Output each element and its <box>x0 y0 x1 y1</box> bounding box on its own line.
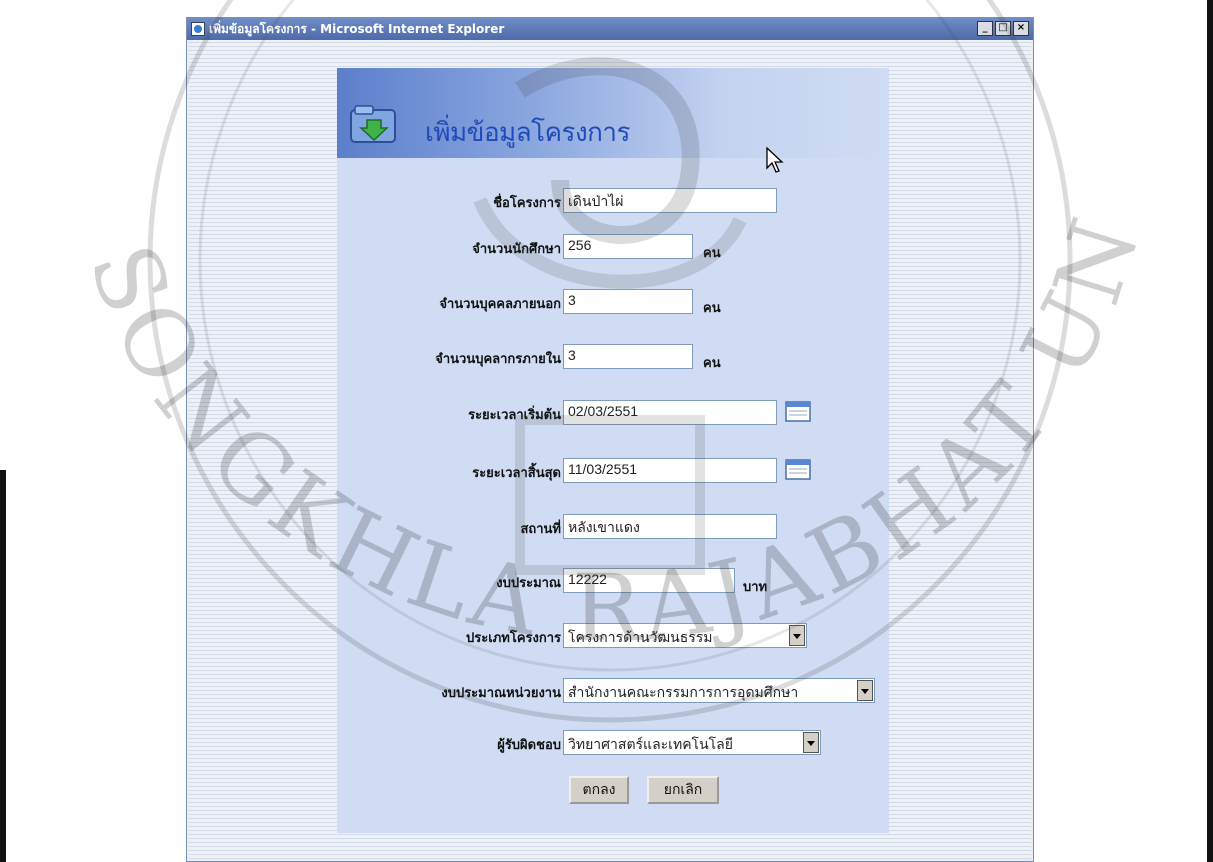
budget-input[interactable]: 12222 <box>563 568 735 593</box>
calendar-icon[interactable] <box>785 400 811 422</box>
location-row: สถานที่ หลังเขาแดง <box>337 514 889 540</box>
internal-staff-label: จำนวนบุคลากรภายใน <box>435 352 561 367</box>
internal-staff-input[interactable]: 3 <box>563 344 693 369</box>
unit-budget-selected: สำนักงานคณะกรรมการการอุดมศึกษา <box>568 684 799 700</box>
external-people-label: จำนวนบุคคลภายนอก <box>439 297 561 312</box>
close-button[interactable]: × <box>1013 21 1029 36</box>
students-input[interactable]: 256 <box>563 234 693 259</box>
window-title: เพิ่มข้อมูลโครงการ - Microsoft Internet … <box>209 22 505 36</box>
page-border-right <box>1207 0 1213 862</box>
budget-unit: บาท <box>743 580 768 595</box>
minimize-button[interactable]: _ <box>977 21 993 36</box>
cancel-button[interactable]: ยกเลิก <box>647 776 719 804</box>
browser-content: เพิ่มข้อมูลโครงการ ชื่อโครงการ เดินป่าไผ… <box>189 40 1031 859</box>
project-type-row: ประเภทโครงการ โครงการด้านวัฒนธรรม <box>337 623 889 649</box>
responsible-label: ผู้รับผิดชอบ <box>497 738 561 753</box>
internal-staff-row: จำนวนบุคลากรภายใน 3 คน <box>337 344 889 371</box>
external-people-row: จำนวนบุคคลภายนอก 3 คน <box>337 289 889 316</box>
project-name-input[interactable]: เดินป่าไผ่ <box>563 188 777 213</box>
add-folder-icon <box>350 105 396 143</box>
unit-budget-row: งบประมาณหน่วยงาน สำนักงานคณะกรรมการการอุ… <box>337 678 889 704</box>
unit-budget-label: งบประมาณหน่วยงาน <box>441 686 561 701</box>
dropdown-arrow-icon[interactable] <box>803 732 819 753</box>
end-date-input[interactable]: 11/03/2551 <box>563 458 777 483</box>
budget-label: งบประมาณ <box>496 576 561 591</box>
responsible-selected: วิทยาศาสตร์และเทคโนโลยี <box>568 736 733 752</box>
project-type-select[interactable]: โครงการด้านวัฒนธรรม <box>563 623 807 648</box>
button-row: ตกลง ยกเลิก <box>337 776 889 806</box>
students-row: จำนวนนักศึกษา 256 คน <box>337 234 889 261</box>
students-label: จำนวนนักศึกษา <box>472 242 561 257</box>
dropdown-arrow-icon[interactable] <box>789 625 805 646</box>
dropdown-arrow-icon[interactable] <box>857 680 873 701</box>
ok-button[interactable]: ตกลง <box>569 776 629 804</box>
end-date-label: ระยะเวลาสิ้นสุด <box>472 466 561 481</box>
project-type-selected: โครงการด้านวัฒนธรรม <box>568 629 713 645</box>
students-unit: คน <box>703 246 721 261</box>
internal-staff-unit: คน <box>703 356 721 371</box>
external-people-unit: คน <box>703 301 721 316</box>
mouse-cursor-icon <box>766 146 784 173</box>
page-border-left <box>0 470 6 862</box>
location-label: สถานที่ <box>520 522 561 537</box>
project-type-label: ประเภทโครงการ <box>466 631 561 646</box>
window-controls: _ □ × <box>977 21 1029 36</box>
start-date-input[interactable]: 02/03/2551 <box>563 400 777 425</box>
project-name-row: ชื่อโครงการ เดินป่าไผ่ <box>337 188 889 214</box>
calendar-icon[interactable] <box>785 458 811 480</box>
start-date-label: ระยะเวลาเริ่มต้น <box>468 408 561 423</box>
page-title: เพิ่มข้อมูลโครงการ <box>425 118 630 148</box>
responsible-row: ผู้รับผิดชอบ วิทยาศาสตร์และเทคโนโลยี <box>337 730 889 756</box>
form-panel: เพิ่มข้อมูลโครงการ ชื่อโครงการ เดินป่าไผ… <box>337 68 889 833</box>
ie-window: เพิ่มข้อมูลโครงการ - Microsoft Internet … <box>186 17 1034 862</box>
external-people-input[interactable]: 3 <box>563 289 693 314</box>
maximize-button[interactable]: □ <box>995 21 1011 36</box>
unit-budget-select[interactable]: สำนักงานคณะกรรมการการอุดมศึกษา <box>563 678 875 703</box>
responsible-select[interactable]: วิทยาศาสตร์และเทคโนโลยี <box>563 730 821 755</box>
budget-row: งบประมาณ 12222 บาท <box>337 568 889 595</box>
ie-page-icon <box>191 22 205 36</box>
location-input[interactable]: หลังเขาแดง <box>563 514 777 539</box>
title-bar: เพิ่มข้อมูลโครงการ - Microsoft Internet … <box>187 18 1033 40</box>
start-date-row: ระยะเวลาเริ่มต้น 02/03/2551 <box>337 400 889 426</box>
page-banner: เพิ่มข้อมูลโครงการ <box>337 68 889 158</box>
end-date-row: ระยะเวลาสิ้นสุด 11/03/2551 <box>337 458 889 484</box>
project-name-label: ชื่อโครงการ <box>493 196 561 211</box>
